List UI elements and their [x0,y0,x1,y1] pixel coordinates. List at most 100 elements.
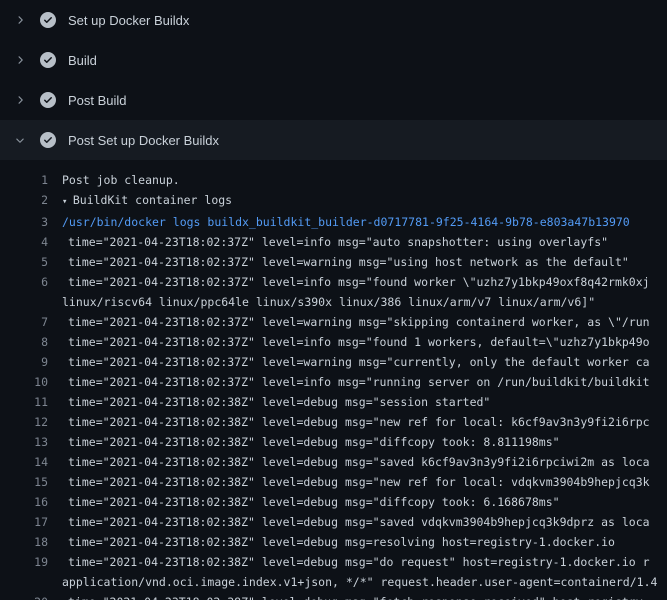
log-line-text: time="2021-04-23T18:02:37Z" level=warnin… [62,352,667,372]
log-line: 13 time="2021-04-23T18:02:38Z" level=deb… [0,432,667,452]
step-label: Build [68,53,97,68]
log-line-number[interactable]: 20 [0,592,48,600]
step-header-post-build[interactable]: Post Build [0,80,667,120]
log-line-number[interactable]: 10 [0,372,48,392]
log-line-number[interactable]: 18 [0,532,48,552]
log-line-text: /usr/bin/docker logs buildx_buildkit_bui… [62,212,667,232]
log-line-content: time="2021-04-23T18:02:37Z" level=info m… [68,375,650,389]
step-label: Post Build [68,93,127,108]
log-line-number[interactable]: 5 [0,252,48,272]
chevron-right-icon [12,92,28,108]
group-toggle-icon[interactable]: ▾ [62,197,73,207]
log-line-text: time="2021-04-23T18:02:37Z" level=info m… [62,372,667,392]
log-line-number[interactable]: 4 [0,232,48,252]
check-circle-icon [40,52,56,68]
log-line-content: time="2021-04-23T18:02:38Z" level=debug … [68,415,650,429]
log-line-number[interactable]: 13 [0,432,48,452]
check-circle-icon [40,92,56,108]
chevron-right-icon [12,12,28,28]
log-line-text: time="2021-04-23T18:02:37Z" level=info m… [62,332,667,352]
log-line-content: time="2021-04-23T18:02:38Z" level=debug … [68,455,650,469]
log-line-text: linux/riscv64 linux/ppc64le linux/s390x … [62,292,667,312]
log-line-content: time="2021-04-23T18:02:37Z" level=warnin… [68,255,629,269]
log-line: 20 time="2021-04-23T18:02:38Z" level=deb… [0,592,667,600]
step-header-post-set-up-docker-buildx[interactable]: Post Set up Docker Buildx [0,120,667,160]
log-line-content: /usr/bin/docker logs buildx_buildkit_bui… [62,215,630,229]
log-line: 8 time="2021-04-23T18:02:37Z" level=info… [0,332,667,352]
log-line-number[interactable]: 6 [0,272,48,292]
log-line-text: time="2021-04-23T18:02:38Z" level=debug … [62,592,667,600]
log-line: 18 time="2021-04-23T18:02:38Z" level=deb… [0,532,667,552]
log-line: 4 time="2021-04-23T18:02:37Z" level=info… [0,232,667,252]
check-circle-icon [40,12,56,28]
log-line-content: time="2021-04-23T18:02:38Z" level=debug … [68,535,615,549]
step-header-build[interactable]: Build [0,40,667,80]
log-line-text: time="2021-04-23T18:02:38Z" level=debug … [62,492,667,512]
log-line: 19 time="2021-04-23T18:02:38Z" level=deb… [0,552,667,572]
log-line-number[interactable]: 17 [0,512,48,532]
log-line: 3 /usr/bin/docker logs buildx_buildkit_b… [0,212,667,232]
log-line-content: time="2021-04-23T18:02:38Z" level=debug … [68,395,490,409]
log-line-content: time="2021-04-23T18:02:38Z" level=debug … [68,435,560,449]
log-line: 17 time="2021-04-23T18:02:38Z" level=deb… [0,512,667,532]
log-line-text: time="2021-04-23T18:02:37Z" level=info m… [62,232,667,252]
log-line-number[interactable]: 1 [0,170,48,190]
log-line-number[interactable]: 16 [0,492,48,512]
log-line-content: Post job cleanup. [62,173,180,187]
log-line-text: time="2021-04-23T18:02:38Z" level=debug … [62,432,667,452]
log-line-content: time="2021-04-23T18:02:37Z" level=info m… [68,235,608,249]
log-line: 14 time="2021-04-23T18:02:38Z" level=deb… [0,452,667,472]
actions-log-viewer: Set up Docker Buildx Build Post Build Po… [0,0,667,600]
log-line: 9 time="2021-04-23T18:02:37Z" level=warn… [0,352,667,372]
log-line: 7 time="2021-04-23T18:02:37Z" level=warn… [0,312,667,332]
log-line-text: time="2021-04-23T18:02:38Z" level=debug … [62,532,667,552]
step-header-set-up-docker-buildx[interactable]: Set up Docker Buildx [0,0,667,40]
log-line: 10 time="2021-04-23T18:02:37Z" level=inf… [0,372,667,392]
log-line-content: linux/riscv64 linux/ppc64le linux/s390x … [62,295,595,309]
log-lines: 1 Post job cleanup. 2 ▾ BuildKit contain… [0,170,667,600]
log-line: 15 time="2021-04-23T18:02:38Z" level=deb… [0,472,667,492]
log-line-number[interactable]: 8 [0,332,48,352]
log-line-number[interactable]: 11 [0,392,48,412]
log-line-text: time="2021-04-23T18:02:38Z" level=debug … [62,412,667,432]
log-line-content: application/vnd.oci.image.index.v1+json,… [62,575,657,589]
log-line-number[interactable]: 9 [0,352,48,372]
log-line: 1 Post job cleanup. [0,170,667,190]
log-line-content: time="2021-04-23T18:02:37Z" level=info m… [68,335,650,349]
log-line-content: time="2021-04-23T18:02:37Z" level=warnin… [68,355,650,369]
chevron-right-icon [12,52,28,68]
log-line: 2 ▾ BuildKit container logs [0,190,667,212]
log-line-number[interactable]: 14 [0,452,48,472]
log-line-number[interactable] [0,292,48,312]
log-line-number[interactable]: 15 [0,472,48,492]
chevron-down-icon [12,132,28,148]
log-line-number[interactable] [0,572,48,592]
log-line-text: time="2021-04-23T18:02:38Z" level=debug … [62,512,667,532]
log-line-number[interactable]: 12 [0,412,48,432]
log-line-content: time="2021-04-23T18:02:38Z" level=debug … [68,515,650,529]
log-line-content: BuildKit container logs [73,193,232,207]
log-line: 11 time="2021-04-23T18:02:38Z" level=deb… [0,392,667,412]
step-label: Set up Docker Buildx [68,13,189,28]
log-line-number[interactable]: 2 [0,190,48,212]
log-line-content: time="2021-04-23T18:02:38Z" level=debug … [68,475,650,489]
log-line-number[interactable]: 19 [0,552,48,572]
log-line-content: time="2021-04-23T18:02:38Z" level=debug … [68,595,643,600]
step-label: Post Set up Docker Buildx [68,133,219,148]
log-line-text: time="2021-04-23T18:02:38Z" level=debug … [62,452,667,472]
check-circle-icon [40,132,56,148]
log-line-content: time="2021-04-23T18:02:38Z" level=debug … [68,495,560,509]
log-line-text: time="2021-04-23T18:02:38Z" level=debug … [62,552,667,572]
log-line: 5 time="2021-04-23T18:02:37Z" level=warn… [0,252,667,272]
log-line: 6 time="2021-04-23T18:02:37Z" level=info… [0,272,667,292]
log-line: 12 time="2021-04-23T18:02:38Z" level=deb… [0,412,667,432]
log-line: application/vnd.oci.image.index.v1+json,… [0,572,667,592]
log-line-number[interactable]: 7 [0,312,48,332]
log-area: 1 Post job cleanup. 2 ▾ BuildKit contain… [0,160,667,600]
log-line: 16 time="2021-04-23T18:02:38Z" level=deb… [0,492,667,512]
log-line-content: time="2021-04-23T18:02:38Z" level=debug … [68,555,650,569]
log-line-number[interactable]: 3 [0,212,48,232]
log-line-text: time="2021-04-23T18:02:37Z" level=info m… [62,272,667,292]
log-line: linux/riscv64 linux/ppc64le linux/s390x … [0,292,667,312]
log-line-content: time="2021-04-23T18:02:37Z" level=info m… [68,275,650,289]
